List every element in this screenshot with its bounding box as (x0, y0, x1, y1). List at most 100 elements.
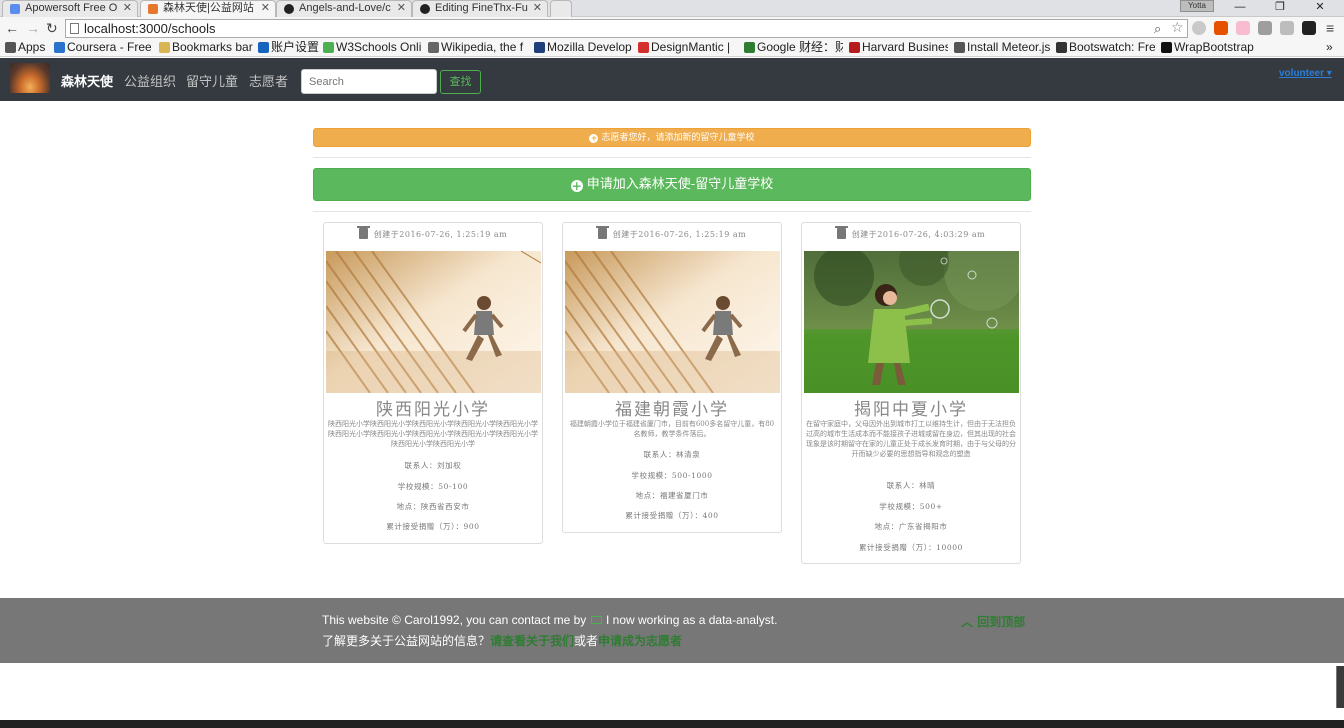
apps-grid-icon (5, 42, 16, 53)
school-name[interactable]: 陕西阳光小学 (324, 395, 542, 420)
child-running-image (565, 251, 780, 393)
tab-title: 森林天使|公益网站 (163, 2, 254, 14)
close-tab-icon[interactable]: ✕ (123, 1, 132, 16)
brand-logo[interactable] (10, 63, 50, 93)
bookmark-favicon-icon (1161, 42, 1172, 53)
scrollbar[interactable] (1336, 666, 1344, 708)
trash-icon[interactable] (834, 226, 848, 239)
browser-tab[interactable]: Apowersoft Free O ✕ (2, 0, 138, 17)
school-card: 创建于2016-07-26, 1:25:19 am 陕西阳光小学 陕西阳光小学陕… (323, 222, 543, 544)
address-bar[interactable]: localhost:3000/schools ⌕ ☆ (65, 19, 1188, 38)
search-button[interactable]: 查找 (440, 70, 481, 94)
extension-icon[interactable] (1258, 21, 1272, 35)
angular-extension-icon[interactable] (1280, 21, 1294, 35)
apply-button-label: 申请加入森林天使-留守儿童学校 (586, 177, 774, 192)
restore-icon[interactable]: ❐ (1260, 0, 1300, 16)
wikipedia-icon (428, 42, 439, 53)
bookmark-item[interactable]: Install Meteor.js (953, 40, 1053, 56)
divider (313, 211, 1031, 212)
school-description: 福建朝霞小学位于福建省厦门市，目前有600多名留守儿童，有80名教师，教学条件落… (569, 420, 775, 438)
apply-join-button[interactable]: + 申请加入森林天使-留守儿童学校 (313, 168, 1031, 201)
bookmark-item[interactable]: Harvard Busines (848, 40, 948, 56)
school-name[interactable]: 揭阳中夏小学 (802, 395, 1020, 420)
school-location: 地点：广东省揭阳市 (874, 522, 948, 531)
school-scale: 学校规模：500-1000 (631, 471, 713, 480)
browser-menu-icon[interactable]: ≡ (1326, 19, 1334, 37)
tab-favicon-icon (148, 4, 158, 14)
bookmark-item[interactable]: DesignMantic | (637, 40, 737, 56)
tab-favicon-icon (10, 4, 20, 14)
bookmark-item[interactable]: 账户设置 (257, 40, 321, 56)
bookmark-item[interactable]: Coursera - Free (53, 40, 151, 56)
chevron-up-icon: ︿ (961, 615, 974, 629)
close-tab-icon[interactable]: ✕ (533, 1, 542, 16)
bookmark-item[interactable]: Bootswatch: Fre (1055, 40, 1155, 56)
search-input[interactable] (301, 69, 437, 94)
created-time: 创建于2016-07-26, 1:25:19 am (373, 230, 508, 239)
school-donation: 累计接受捐赠（万）：10000 (858, 543, 964, 552)
browser-tab[interactable]: Editing FineThx-Fu ✕ (412, 0, 548, 17)
close-tab-icon[interactable]: ✕ (397, 1, 406, 16)
bookmark-folder[interactable]: Bookmarks bar (158, 40, 253, 56)
nav-link-volunteers[interactable]: 志愿者 (249, 71, 288, 90)
trash-icon[interactable] (356, 226, 370, 239)
close-window-icon[interactable]: ✕ (1300, 0, 1340, 16)
school-photo (326, 251, 541, 393)
nav-link-left-behind-children[interactable]: 留守儿童 (186, 71, 238, 90)
envelope-icon[interactable] (590, 616, 602, 624)
browser-tab-active[interactable]: 森林天使|公益网站 ✕ (140, 0, 276, 17)
close-tab-icon[interactable]: ✕ (261, 1, 270, 16)
tab-title: Apowersoft Free O (25, 2, 118, 14)
created-time: 创建于2016-07-26, 4:03:29 am (851, 230, 986, 239)
user-menu-dropdown[interactable]: volunteer ▾ (1279, 68, 1332, 79)
minimize-icon[interactable]: — (1220, 0, 1260, 16)
new-tab-button[interactable] (550, 0, 572, 17)
profile-badge[interactable]: Yotta (1180, 0, 1214, 12)
school-card: 创建于2016-07-26, 1:25:19 am 福建朝霞小学 福建朝霞小学位… (562, 222, 782, 533)
about-us-link[interactable]: 请查看关于我们 (490, 634, 574, 648)
brand-name[interactable]: 森林天使 (61, 71, 113, 90)
school-card: 创建于2016-07-26, 4:03:29 am 揭阳中夏小学 在留守家庭中，… (801, 222, 1021, 564)
school-donation: 累计接受捐赠（万）：400 (625, 511, 719, 520)
zoom-search-icon[interactable]: ⌕ (1154, 20, 1161, 37)
school-location: 地点：福建省厦门市 (635, 491, 709, 500)
school-name[interactable]: 福建朝霞小学 (563, 395, 781, 420)
bookmark-favicon-icon (54, 42, 65, 53)
bookmark-item[interactable]: WrapBootstrap (1160, 40, 1260, 56)
trash-icon[interactable] (595, 226, 609, 239)
url-text: localhost:3000/schools (84, 21, 216, 36)
bookmark-star-icon[interactable]: ☆ (1171, 19, 1184, 36)
bookmark-item[interactable]: Mozilla Develop (533, 40, 633, 56)
nav-link-organizations[interactable]: 公益组织 (124, 71, 176, 90)
bookmark-item[interactable]: Wikipedia, the f (427, 40, 526, 56)
become-volunteer-link[interactable]: 申请成为志愿者 (598, 634, 682, 648)
bookmark-favicon-icon (323, 42, 334, 53)
extension-icon[interactable] (1236, 21, 1250, 35)
back-to-top-link[interactable]: ︿ 回到顶部 (961, 613, 1025, 630)
tab-title: Angels-and-Love/c (299, 2, 391, 14)
girl-with-bubbles-image (804, 251, 1019, 393)
reload-icon[interactable]: ↻ (46, 19, 58, 37)
school-location: 地点：陕西省西安市 (396, 502, 470, 511)
extension-icon[interactable] (1302, 21, 1316, 35)
school-contact: 联系人：林晴 (886, 481, 936, 490)
browser-tab[interactable]: Angels-and-Love/c ✕ (276, 0, 412, 17)
bookmark-apps[interactable]: Apps (4, 40, 52, 56)
bookmark-item[interactable]: W3Schools Onli (322, 40, 422, 56)
forward-icon[interactable]: → (26, 19, 40, 37)
folder-icon (159, 42, 170, 53)
office-extension-icon[interactable] (1214, 21, 1228, 35)
school-contact: 联系人：刘加权 (404, 461, 462, 470)
bookmark-favicon-icon (954, 42, 965, 53)
extension-icon[interactable] (1192, 21, 1206, 35)
footer-line-2: 了解更多关于公益网站的信息？请查看关于我们或者申请成为志愿者 (322, 634, 683, 648)
bookmark-item[interactable]: Google 财经：财 (743, 40, 843, 56)
school-scale: 学校规模：500+ (879, 502, 943, 511)
divider (313, 157, 1031, 158)
back-icon[interactable]: ← (5, 19, 19, 37)
created-time: 创建于2016-07-26, 1:25:19 am (612, 230, 747, 239)
browser-tab-strip: Apowersoft Free O ✕ 森林天使|公益网站 ✕ Angels-a… (0, 0, 1344, 17)
bookmarks-overflow-icon[interactable]: » (1326, 40, 1340, 56)
page-icon (70, 23, 79, 34)
bookmark-favicon-icon (849, 42, 860, 53)
